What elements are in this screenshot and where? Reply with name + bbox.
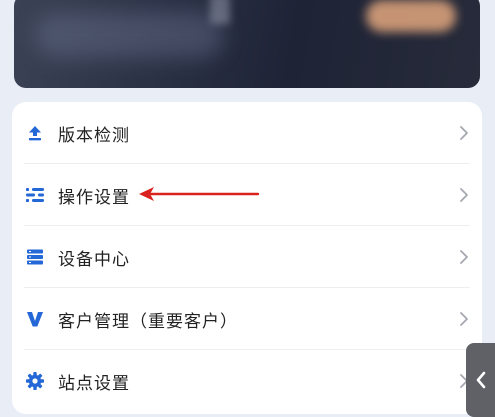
banner-blur-shape — [210, 0, 230, 24]
settings-menu: 版本检测 操作设置 设备中心 客户管理（重要客户） 站点设置 — [12, 102, 482, 414]
menu-item-device-center[interactable]: 设备中心 — [12, 226, 482, 288]
chevron-right-icon — [460, 188, 468, 202]
sliders-icon — [25, 185, 45, 205]
menu-item-site-settings[interactable]: 站点设置 — [12, 350, 482, 412]
banner-blur-text — [34, 12, 224, 58]
gear-icon — [25, 371, 45, 391]
menu-item-label: 操作设置 — [58, 187, 130, 208]
chevron-right-icon — [460, 250, 468, 264]
menu-item-version-check[interactable]: 版本检测 — [12, 102, 482, 164]
chevron-left-icon — [476, 371, 485, 389]
v-letter-icon — [25, 309, 45, 329]
chevron-right-icon — [460, 126, 468, 140]
annotation-arrow-icon — [139, 187, 260, 201]
banner-action-button[interactable] — [366, 0, 456, 32]
side-collapse-tab[interactable] — [466, 343, 495, 417]
screen: 版本检测 操作设置 设备中心 客户管理（重要客户） 站点设置 — [0, 0, 495, 417]
menu-item-label: 站点设置 — [58, 373, 130, 394]
menu-item-label: 客户管理（重要客户） — [58, 311, 238, 332]
menu-item-customer-management[interactable]: 客户管理（重要客户） — [12, 288, 482, 350]
menu-item-label: 设备中心 — [58, 249, 130, 270]
top-banner[interactable] — [14, 0, 480, 88]
server-icon — [25, 247, 45, 267]
chevron-right-icon — [460, 312, 468, 326]
upload-icon — [25, 123, 45, 143]
menu-item-label: 版本检测 — [58, 125, 130, 146]
